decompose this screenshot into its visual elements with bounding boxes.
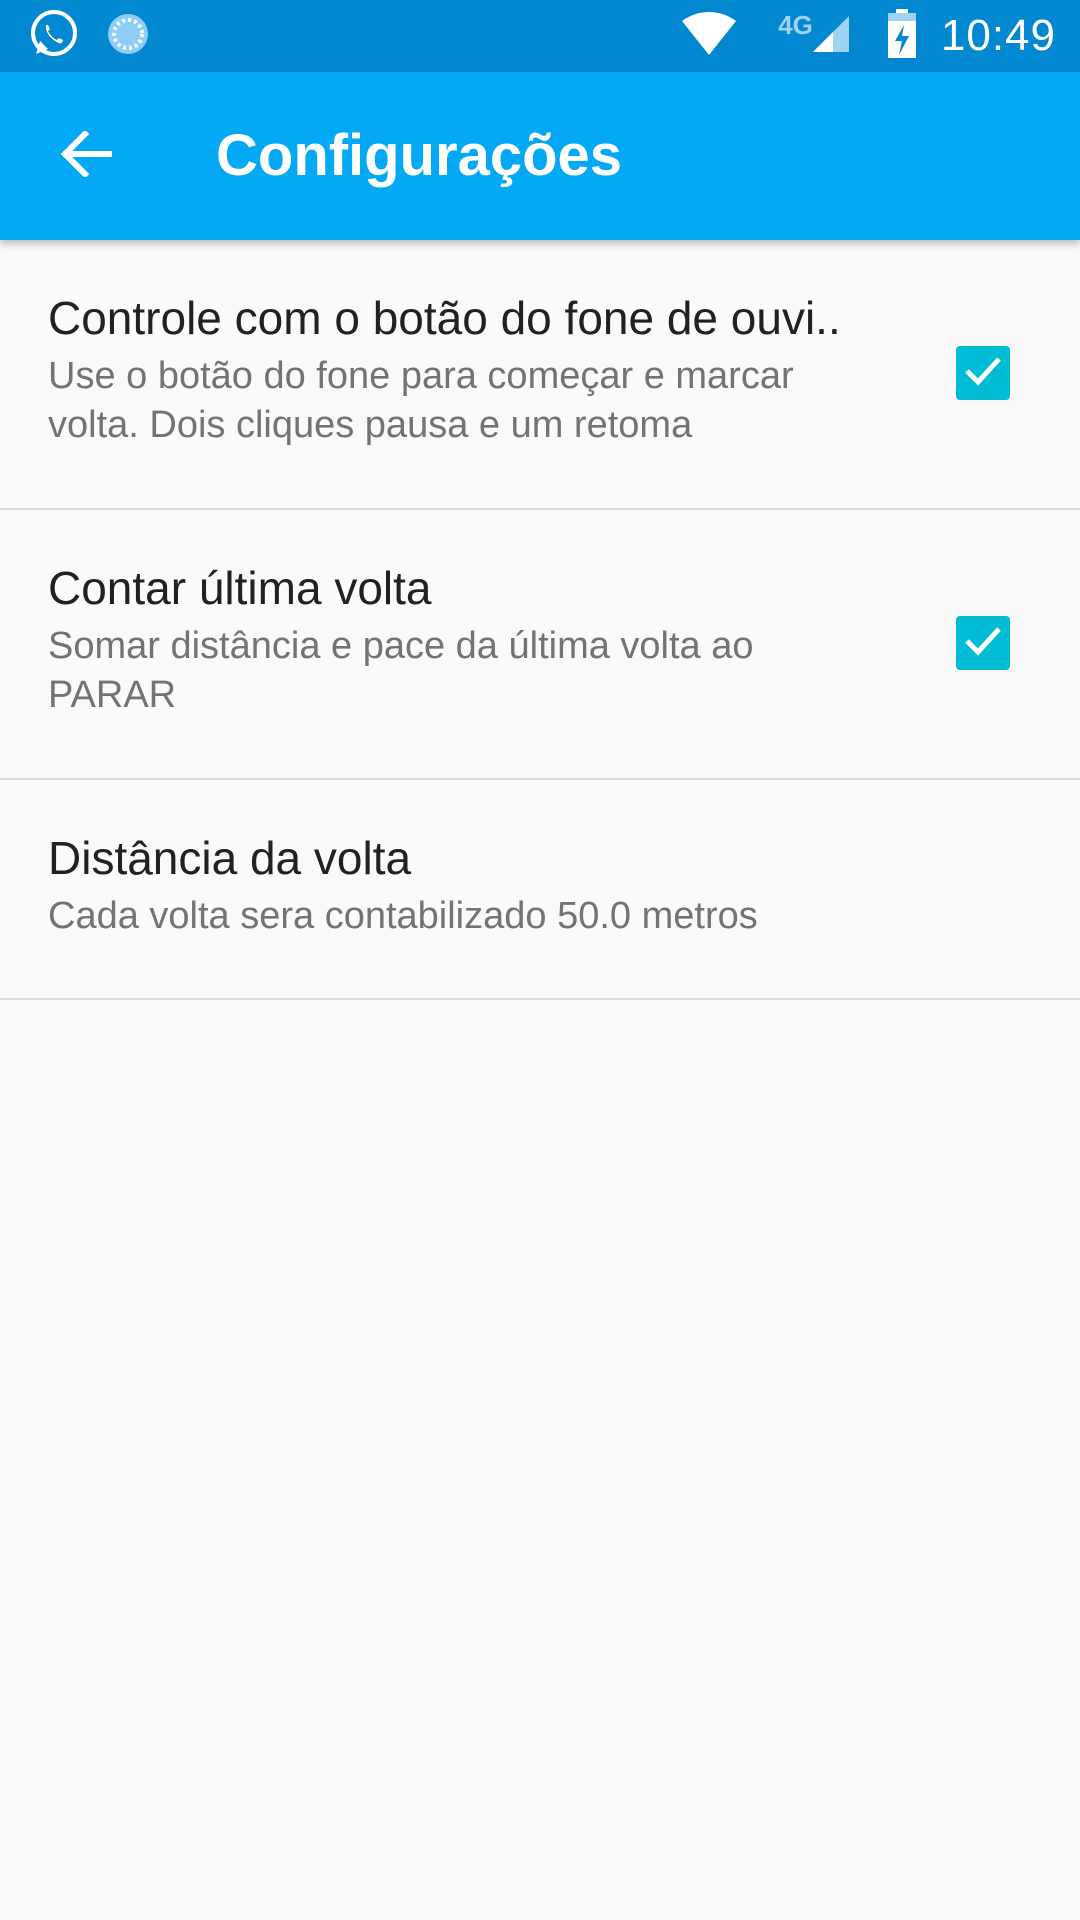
pref-text: Distância da volta Cada volta sera conta… xyxy=(48,830,888,941)
sync-spinner-icon xyxy=(104,10,152,62)
app-bar: Configurações xyxy=(0,72,1080,240)
pref-summary: Use o botão do fone para começar e marca… xyxy=(48,355,794,446)
page-title: Configurações xyxy=(216,123,623,188)
network-type-label: 4G xyxy=(778,9,813,40)
count-last-lap-checkbox[interactable] xyxy=(956,616,1010,670)
wifi-icon xyxy=(680,11,738,61)
headset-control-checkbox[interactable] xyxy=(956,346,1010,400)
pref-summary: Cada volta sera contabilizado 50.0 metro… xyxy=(48,895,758,937)
pref-title: Contar última volta xyxy=(48,562,432,614)
back-button[interactable] xyxy=(40,110,132,202)
clock: 10:49 xyxy=(940,11,1056,60)
notification-icons xyxy=(28,10,152,62)
checkmark-icon xyxy=(963,354,1003,392)
pref-title: Controle com o botão do fone de ouvi.. xyxy=(48,292,841,344)
pref-summary: Somar distância e pace da última volta a… xyxy=(48,625,754,716)
arrow-back-icon xyxy=(60,129,113,181)
pref-title: Distância da volta xyxy=(48,832,412,884)
whatsapp-icon xyxy=(28,8,80,64)
pref-headset-button-control[interactable]: Controle com o botão do fone de ouvi.. U… xyxy=(0,240,1080,510)
checkmark-icon xyxy=(963,624,1003,662)
pref-lap-distance[interactable]: Distância da volta Cada volta sera conta… xyxy=(0,780,1080,1000)
pref-text: Contar última volta Somar distância e pa… xyxy=(48,560,888,720)
pref-count-last-lap[interactable]: Contar última volta Somar distância e pa… xyxy=(0,510,1080,780)
system-icons: 4G 10:49 xyxy=(680,8,1056,64)
status-bar: 4G 10:49 xyxy=(0,0,1080,72)
cell-signal-icon xyxy=(811,14,851,58)
preferences-list: Controle com o botão do fone de ouvi.. U… xyxy=(0,240,1080,1000)
pref-text: Controle com o botão do fone de ouvi.. U… xyxy=(48,290,888,450)
battery-charging-icon xyxy=(887,9,917,63)
